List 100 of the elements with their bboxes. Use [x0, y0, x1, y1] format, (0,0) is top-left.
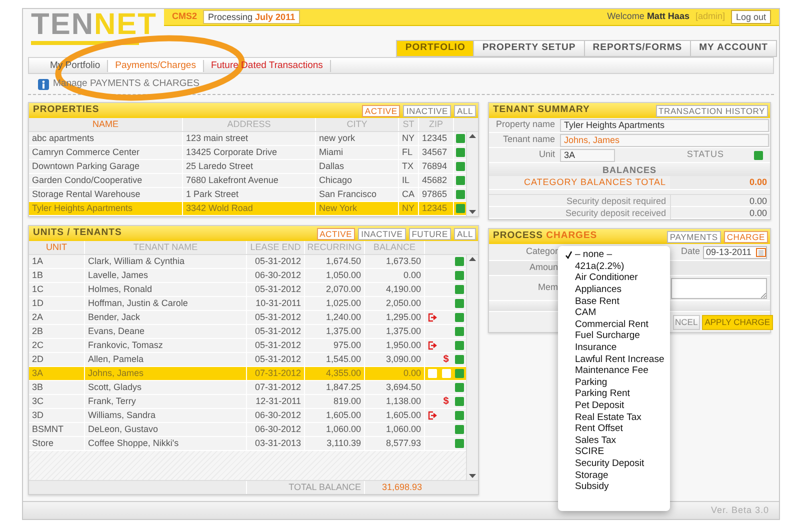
scrollbar[interactable]: [466, 255, 478, 480]
menu-item[interactable]: Commercial Rent: [575, 318, 648, 330]
table-cell: 07-31-2012: [247, 367, 305, 380]
menu-item[interactable]: Parking Rent: [575, 388, 630, 400]
field-label: Tenant name: [502, 133, 556, 146]
table-cell: 1 Park Street: [183, 188, 316, 201]
table-cell: 1,375.00: [305, 325, 365, 338]
filter-button[interactable]: INACTIVE: [358, 228, 406, 240]
field-label: Categor: [524, 245, 558, 258]
menu-item[interactable]: Air Conditioner: [575, 272, 638, 284]
deposit-value: 0.00: [670, 194, 770, 206]
resize-grip-icon: [761, 292, 766, 298]
scroll-down-arrow-icon: [469, 210, 476, 214]
table-row[interactable]: 3C Frank, Terry 12-31-2011 819.00 1,138.00 $: [29, 395, 466, 409]
field-label: Unit: [538, 148, 556, 162]
table-cell: 13425 Corporate Drive: [183, 146, 316, 159]
menu-item[interactable]: – none –: [575, 249, 612, 260]
info-icon: [38, 78, 49, 90]
nav-tab[interactable]: REPORTS/FORMS: [584, 40, 692, 57]
table-row[interactable]: Garden Condo/Cooperative 7680 Lakefront Avenue Chicago IL 45682: [29, 174, 466, 188]
table-cell: 1,375.00: [365, 325, 425, 338]
table-cell: 819.00: [305, 395, 365, 408]
menu-item[interactable]: Parking: [575, 376, 608, 388]
nav-tab[interactable]: PROPERTY SETUP: [473, 40, 585, 57]
nav-tab[interactable]: MY ACCOUNT: [690, 40, 777, 57]
table-row[interactable]: 1A Clark, William & Cynthia 05-31-2012 1,674.50 1,673.50: [29, 255, 466, 269]
table-cell: Evans, Deane: [85, 325, 247, 338]
table-cell: NY: [399, 132, 419, 145]
table-cell: 03-31-2013: [247, 437, 305, 450]
table-row[interactable]: BSMNT DeLeon, Gustavo 06-30-2012 1,060.00 1,060.00: [29, 423, 466, 437]
menu-item[interactable]: Sales Tax: [575, 434, 616, 446]
date-value: 09-13-2011: [706, 246, 752, 258]
table-cell: IL: [399, 174, 419, 187]
menu-item[interactable]: Maintenance Fee: [575, 365, 648, 376]
table-row[interactable]: 2D Allen, Pamela 05-31-2012 1,545.00 3,090.00 $: [29, 353, 466, 367]
table-cell: 10-31-2011: [247, 297, 305, 310]
menu-item[interactable]: CAM: [575, 307, 596, 318]
table-row[interactable]: 2C Frankovic, Tomasz 05-31-2012 975.00 1,950.00: [29, 339, 466, 353]
table-cell: 06-30-2012: [247, 409, 305, 422]
menu-item[interactable]: Security Deposit: [575, 458, 644, 469]
table-cell: Williams, Sandra: [85, 409, 247, 422]
table-row[interactable]: 1D Hoffman, Justin & Carole 10-31-2011 1,025.00 2,050.00: [29, 297, 466, 311]
table-row[interactable]: Camryn Commerce Center 13425 Corporate Drive Miami FL 34567: [29, 146, 466, 160]
menu-item[interactable]: Real Estate Tax: [575, 412, 642, 423]
text-field[interactable]: Tyler Heights Apartments: [560, 118, 769, 132]
table-row[interactable]: Downtown Parking Garage 25 Laredo Street Dallas TX 76894: [29, 160, 466, 174]
table-cell: 2B: [29, 325, 85, 338]
panel-title: PROPERTIES: [33, 103, 100, 118]
filter-button[interactable]: FUTURE: [408, 228, 451, 240]
text-field[interactable]: 3A: [560, 148, 615, 162]
menu-item[interactable]: SCIRE: [575, 446, 604, 458]
table-cell: 3D: [29, 409, 85, 422]
table-cell: 97865: [419, 188, 454, 201]
menu-item[interactable]: Insurance: [575, 342, 617, 354]
table-row[interactable]: Store Coffee Shoppe, Nikki's 03-31-2013 3,110.39 8,577.93: [29, 437, 466, 451]
menu-item[interactable]: Fuel Surcharge: [575, 330, 640, 342]
logout-button[interactable]: Log out: [730, 10, 771, 24]
memo-field[interactable]: [671, 278, 767, 298]
table-cell: Dallas: [316, 160, 399, 173]
menu-item[interactable]: Appliances: [575, 284, 622, 296]
scrollbar[interactable]: [466, 132, 478, 216]
menu-item[interactable]: Pet Deposit: [575, 400, 624, 412]
filter-button[interactable]: ALL: [454, 104, 476, 116]
date-field[interactable]: 09-13-2011: [703, 246, 767, 258]
mode-button[interactable]: PAYMENTS: [666, 230, 721, 242]
filter-button[interactable]: ALL: [454, 228, 476, 240]
table-row[interactable]: 3D Williams, Sandra 06-30-2012 1,605.00 1,605.00: [29, 409, 466, 423]
table-cell: San Francisco: [316, 188, 399, 201]
history-button[interactable]: TRANSACTION HISTORY: [656, 104, 768, 116]
table-row[interactable]: Storage Rental Warehouse 1 Park Street San Francisco CA 97865: [29, 188, 466, 202]
panel-title: UNITS / TENANTS: [33, 226, 122, 240]
table-row[interactable]: abc apartments 123 main street new york NY 12345: [29, 132, 466, 146]
menu-item[interactable]: Base Rent: [575, 296, 620, 307]
blank-square: [428, 369, 436, 378]
table-row[interactable]: 2A Bender, Jack 05-31-2012 1,240.00 1,295.00: [29, 311, 466, 325]
table-cell: 4,190.00: [365, 283, 425, 296]
table-cell: 06-30-2012: [247, 269, 305, 282]
category-dropdown-menu[interactable]: [558, 246, 670, 511]
table-cell: 05-31-2012: [247, 339, 305, 352]
panel-title: PROCESS CHARGES: [493, 229, 598, 244]
menu-item[interactable]: Subsidy: [575, 481, 609, 492]
table-cell: BSMNT: [29, 423, 85, 436]
table-row[interactable]: 1B Lavelle, James 06-30-2012 1,050.00 0.00: [29, 269, 466, 283]
table-row[interactable]: 2B Evans, Deane 05-31-2012 1,375.00 1,375.00: [29, 325, 466, 339]
menu-item[interactable]: 421a(2.2%): [575, 260, 624, 272]
table-cell: 1B: [29, 269, 85, 282]
calendar-icon: [756, 248, 766, 256]
table-cell: Holmes, Ronald: [85, 283, 247, 296]
nav-tab[interactable]: PORTFOLIO: [396, 40, 474, 57]
menu-item[interactable]: Rent Offset: [575, 423, 623, 434]
table-cell: Tyler Heights Apartments: [29, 202, 183, 215]
table-row[interactable]: 1C Holmes, Ronald 05-31-2012 2,070.00 4,190.00: [29, 283, 466, 297]
field-label: Amoun: [528, 261, 558, 274]
table-cell: 25 Laredo Street: [183, 160, 316, 173]
menu-item[interactable]: Storage: [575, 470, 608, 481]
table-cell: 7680 Lakefront Avenue: [183, 174, 316, 187]
table-cell: 3342 Wold Road: [183, 202, 316, 215]
menu-item[interactable]: Lawful Rent Increase: [575, 354, 664, 365]
filter-button[interactable]: INACTIVE: [403, 104, 451, 116]
table-row[interactable]: 3B Scott, Gladys 07-31-2012 1,847.25 3,694.50: [29, 381, 466, 395]
